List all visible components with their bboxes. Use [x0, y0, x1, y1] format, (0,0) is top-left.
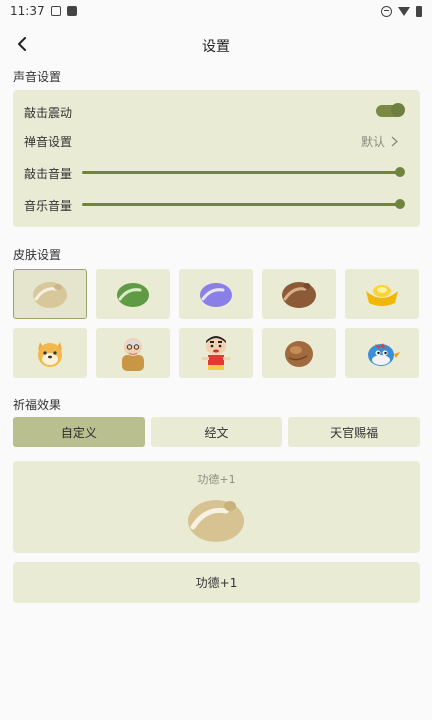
merit-preview-text: 功德+1: [197, 473, 236, 486]
slider-track: [82, 171, 400, 174]
wooden-fish-brown-icon: [282, 282, 316, 308]
zen-sound-selector[interactable]: 默认: [361, 133, 398, 150]
music-volume-label: 音乐音量: [24, 199, 73, 213]
skin-tile-round-fish[interactable]: [262, 328, 336, 378]
slider-track: [82, 203, 400, 206]
chevron-right-icon: [391, 136, 398, 147]
skin-section-label: 皮肤设置: [13, 248, 62, 262]
sound-settings-card: 敲击震动 禅音设置 默认 敲击音量 音乐音量: [13, 90, 420, 227]
skin-tile-blue-bird[interactable]: [345, 328, 419, 378]
tab-custom[interactable]: 自定义: [13, 417, 145, 447]
wooden-fish-icon[interactable]: [184, 491, 248, 545]
dog-icon: [38, 342, 62, 367]
tab-scripture[interactable]: 经文: [150, 417, 283, 447]
zen-sound-value: 默认: [360, 135, 385, 149]
skin-tile-gold-ingot[interactable]: [345, 269, 419, 319]
slider-thumb[interactable]: [395, 167, 405, 177]
page-title: 设置: [202, 39, 230, 55]
gold-ingot-icon: [366, 285, 398, 306]
toggle-knob: [391, 103, 405, 117]
blessing-tabs: 自定义 经文 天官赐福: [13, 417, 421, 447]
wooden-fish-purple-icon: [200, 283, 232, 307]
blessing-preview: 功德+1: [13, 461, 420, 553]
do-not-disturb-icon: [381, 5, 392, 17]
skin-tile-beige-fish[interactable]: [13, 269, 87, 319]
merit-button[interactable]: 功德+1: [13, 562, 420, 603]
skin-tile-green-fish[interactable]: [96, 269, 170, 319]
wifi-icon: [398, 6, 410, 16]
skin-tile-old-man[interactable]: [96, 328, 170, 378]
wooden-fish-green-icon: [117, 283, 149, 307]
sound-section-label: 声音设置: [13, 70, 62, 84]
wooden-fish-beige-icon: [33, 282, 67, 308]
zen-sound-label: 禅音设置: [24, 135, 73, 149]
vibration-label: 敲击震动: [24, 106, 73, 120]
round-fish-icon: [285, 341, 313, 367]
old-man-icon: [122, 338, 144, 371]
blessing-section-label: 祈福效果: [13, 398, 62, 412]
notification-icon: [66, 6, 77, 16]
skin-grid: [13, 269, 420, 378]
music-volume-slider[interactable]: [82, 197, 405, 211]
app-header: 设置: [0, 28, 432, 62]
blue-bird-icon: [368, 343, 400, 366]
skin-tile-purple-fish[interactable]: [179, 269, 253, 319]
skin-tile-dog[interactable]: [13, 328, 87, 378]
status-time: 11:37: [10, 4, 45, 18]
slider-thumb[interactable]: [395, 199, 405, 209]
cartoon-boy-icon: [202, 336, 230, 370]
skin-tile-brown-fish[interactable]: [262, 269, 336, 319]
knock-volume-label: 敲击音量: [24, 167, 73, 181]
vibration-toggle[interactable]: [376, 103, 405, 117]
status-bar: 11:37: [0, 0, 432, 22]
tab-blessing[interactable]: 天官赐福: [288, 417, 421, 447]
knock-volume-slider[interactable]: [82, 165, 405, 179]
skin-tile-cartoon-boy[interactable]: [179, 328, 253, 378]
battery-icon: [416, 5, 422, 17]
gallery-icon: [50, 6, 61, 16]
